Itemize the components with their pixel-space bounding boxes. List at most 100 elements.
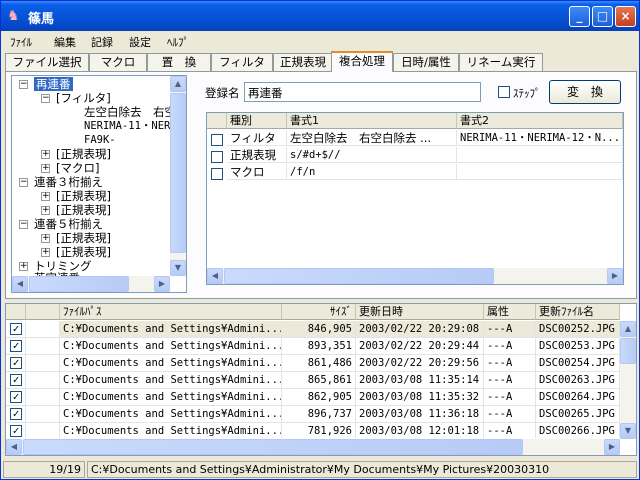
file-checkbox[interactable]: ✓ bbox=[10, 391, 22, 403]
convert-button[interactable]: 変 換 bbox=[549, 80, 621, 104]
minimize-button[interactable]: _ bbox=[569, 6, 590, 27]
rule-format2-cell[interactable]: NERIMA-11・NERIMA-12・N... bbox=[457, 130, 623, 146]
scroll-thumb[interactable] bbox=[224, 268, 494, 284]
tab-replace[interactable]: 置 換 bbox=[147, 53, 211, 71]
rule-format2-cell[interactable] bbox=[457, 147, 623, 163]
preset-tree[interactable]: −再連番 −[フィルタ] 左空白除去 右空白除去 NERIMA-11・NERIM… bbox=[11, 75, 187, 293]
file-attr: ---A bbox=[484, 389, 536, 406]
rule-enable-checkbox[interactable] bbox=[211, 134, 223, 146]
expand-icon[interactable]: + bbox=[41, 192, 50, 201]
horse-icon[interactable]: ♞ bbox=[7, 8, 23, 24]
tab-file-select[interactable]: ファイル選択 bbox=[5, 53, 89, 71]
file-checkbox[interactable]: ✓ bbox=[10, 425, 22, 437]
files-horizontal-scrollbar[interactable]: ◀ ▶ bbox=[6, 439, 620, 455]
close-button[interactable]: × bbox=[615, 6, 636, 27]
step-label: ｽﾃｯﾌﾟ bbox=[513, 87, 541, 100]
tree-horizontal-scrollbar[interactable]: ◀ ▶ bbox=[12, 276, 170, 292]
column-header-date[interactable]: 更新日時 bbox=[356, 304, 484, 320]
rule-format1-cell[interactable]: 左空白除去 右空白除去 ... bbox=[287, 130, 457, 146]
current-folder-path: C:¥Documents and Settings¥Administrator¥… bbox=[87, 461, 637, 478]
file-grid[interactable]: ﾌｧｲﾙﾊﾟｽ ｻｲｽﾞ 更新日時 属性 更新ﾌｧｲﾙ名 ✓ C:¥Docume… bbox=[5, 303, 637, 456]
menu-record[interactable]: 記録 bbox=[91, 34, 113, 50]
step-checkbox[interactable] bbox=[498, 86, 510, 98]
file-row[interactable]: ✓ C:¥Documents and Settings¥Admini... 89… bbox=[6, 406, 620, 423]
menu-file[interactable]: ﾌｧｲﾙ bbox=[10, 34, 32, 50]
column-header[interactable] bbox=[207, 113, 227, 129]
rule-format1-cell[interactable]: /f/n bbox=[287, 164, 457, 180]
rule-format1-cell[interactable]: s/#d+$// bbox=[287, 147, 457, 163]
rule-enable-checkbox[interactable] bbox=[211, 168, 223, 180]
column-header-format1[interactable]: 書式1 bbox=[287, 113, 457, 129]
expand-icon[interactable]: + bbox=[41, 234, 50, 243]
collapse-icon[interactable]: − bbox=[19, 220, 28, 229]
expand-icon[interactable]: + bbox=[19, 262, 28, 271]
column-header-type[interactable]: 種別 bbox=[227, 113, 287, 129]
collapse-icon[interactable]: − bbox=[41, 94, 50, 103]
scroll-left-icon[interactable]: ◀ bbox=[207, 268, 223, 284]
file-row[interactable]: ✓ C:¥Documents and Settings¥Admini... 84… bbox=[6, 321, 620, 338]
scroll-up-icon[interactable]: ▲ bbox=[620, 321, 636, 337]
scroll-left-icon[interactable]: ◀ bbox=[6, 439, 22, 455]
collapse-icon[interactable]: − bbox=[19, 178, 28, 187]
expand-icon[interactable]: + bbox=[41, 248, 50, 257]
file-checkbox[interactable]: ✓ bbox=[10, 374, 22, 386]
menu-edit[interactable]: 編集 bbox=[54, 34, 76, 50]
register-name-input[interactable]: 再連番 bbox=[244, 82, 481, 102]
file-row[interactable]: ✓ C:¥Documents and Settings¥Admini... 78… bbox=[6, 423, 620, 438]
column-header-size[interactable]: ｻｲｽﾞ bbox=[282, 304, 356, 320]
expand-icon[interactable]: + bbox=[41, 150, 50, 159]
tab-filter[interactable]: フィルタ bbox=[211, 53, 273, 71]
tab-regex[interactable]: 正規表現 bbox=[273, 53, 333, 71]
column-header-path[interactable]: ﾌｧｲﾙﾊﾟｽ bbox=[60, 304, 282, 320]
file-row[interactable]: ✓ C:¥Documents and Settings¥Admini... 86… bbox=[6, 355, 620, 372]
tree-item[interactable]: FA9K- bbox=[84, 133, 116, 147]
scroll-down-icon[interactable]: ▼ bbox=[170, 260, 186, 276]
menu-settings[interactable]: 設定 bbox=[129, 34, 151, 50]
collapse-icon[interactable]: − bbox=[19, 80, 28, 89]
scroll-up-icon[interactable]: ▲ bbox=[170, 76, 186, 92]
file-checkbox[interactable]: ✓ bbox=[10, 357, 22, 369]
files-vertical-scrollbar[interactable]: ▲ ▼ bbox=[620, 321, 636, 439]
column-header[interactable] bbox=[6, 304, 26, 320]
rule-enable-checkbox[interactable] bbox=[211, 151, 223, 163]
file-checkbox[interactable]: ✓ bbox=[10, 408, 22, 420]
file-checkbox[interactable]: ✓ bbox=[10, 340, 22, 352]
scroll-down-icon[interactable]: ▼ bbox=[620, 423, 636, 439]
file-row[interactable]: ✓ C:¥Documents and Settings¥Admini... 89… bbox=[6, 338, 620, 355]
tab-macro[interactable]: マクロ bbox=[89, 53, 147, 71]
rule-type-cell[interactable]: フィルタ bbox=[227, 130, 287, 146]
file-date: 2003/02/22 20:29:44 bbox=[356, 338, 484, 355]
rule-type-cell[interactable]: マクロ bbox=[227, 164, 287, 180]
file-row[interactable]: ✓ C:¥Documents and Settings¥Admini... 86… bbox=[6, 372, 620, 389]
expand-icon[interactable]: + bbox=[41, 164, 50, 173]
tab-datetime-attr[interactable]: 日時/属性 bbox=[393, 53, 459, 71]
scroll-thumb[interactable] bbox=[23, 439, 523, 455]
file-path: C:¥Documents and Settings¥Admini... bbox=[60, 423, 282, 438]
file-checkbox[interactable]: ✓ bbox=[10, 323, 22, 335]
tab-composite[interactable]: 複合処理 bbox=[331, 51, 393, 72]
scroll-thumb[interactable] bbox=[620, 338, 636, 364]
expand-icon[interactable]: + bbox=[41, 206, 50, 215]
scroll-right-icon[interactable]: ▶ bbox=[604, 439, 620, 455]
scroll-thumb[interactable] bbox=[170, 93, 186, 253]
maximize-button[interactable]: □ bbox=[592, 6, 613, 27]
rules-grid[interactable]: 種別 書式1 書式2 フィルタ 左空白除去 右空白除去 ... NERIMA-1… bbox=[206, 112, 624, 285]
title-bar[interactable]: ♞ 篠馬 _ □ × bbox=[1, 1, 639, 31]
file-row[interactable]: ✓ C:¥Documents and Settings¥Admini... 86… bbox=[6, 389, 620, 406]
column-header-newname[interactable]: 更新ﾌｧｲﾙ名 bbox=[536, 304, 620, 320]
file-attr: ---A bbox=[484, 338, 536, 355]
column-header[interactable] bbox=[26, 304, 60, 320]
column-header-format2[interactable]: 書式2 bbox=[457, 113, 623, 129]
scroll-thumb[interactable] bbox=[29, 276, 129, 292]
tab-rename-run[interactable]: リネーム実行 bbox=[459, 53, 543, 71]
menu-help[interactable]: ﾍﾙﾌﾟ bbox=[167, 34, 189, 50]
scroll-left-icon[interactable]: ◀ bbox=[12, 276, 28, 292]
column-header-attr[interactable]: 属性 bbox=[484, 304, 536, 320]
rule-format2-cell[interactable] bbox=[457, 164, 623, 180]
scroll-right-icon[interactable]: ▶ bbox=[607, 268, 623, 284]
tree-vertical-scrollbar[interactable]: ▲ ▼ bbox=[170, 76, 186, 276]
rule-type-cell[interactable]: 正規表現 bbox=[227, 147, 287, 163]
file-date: 2003/03/08 11:35:14 bbox=[356, 372, 484, 389]
rules-horizontal-scrollbar[interactable]: ◀ ▶ bbox=[207, 268, 623, 284]
scroll-right-icon[interactable]: ▶ bbox=[154, 276, 170, 292]
